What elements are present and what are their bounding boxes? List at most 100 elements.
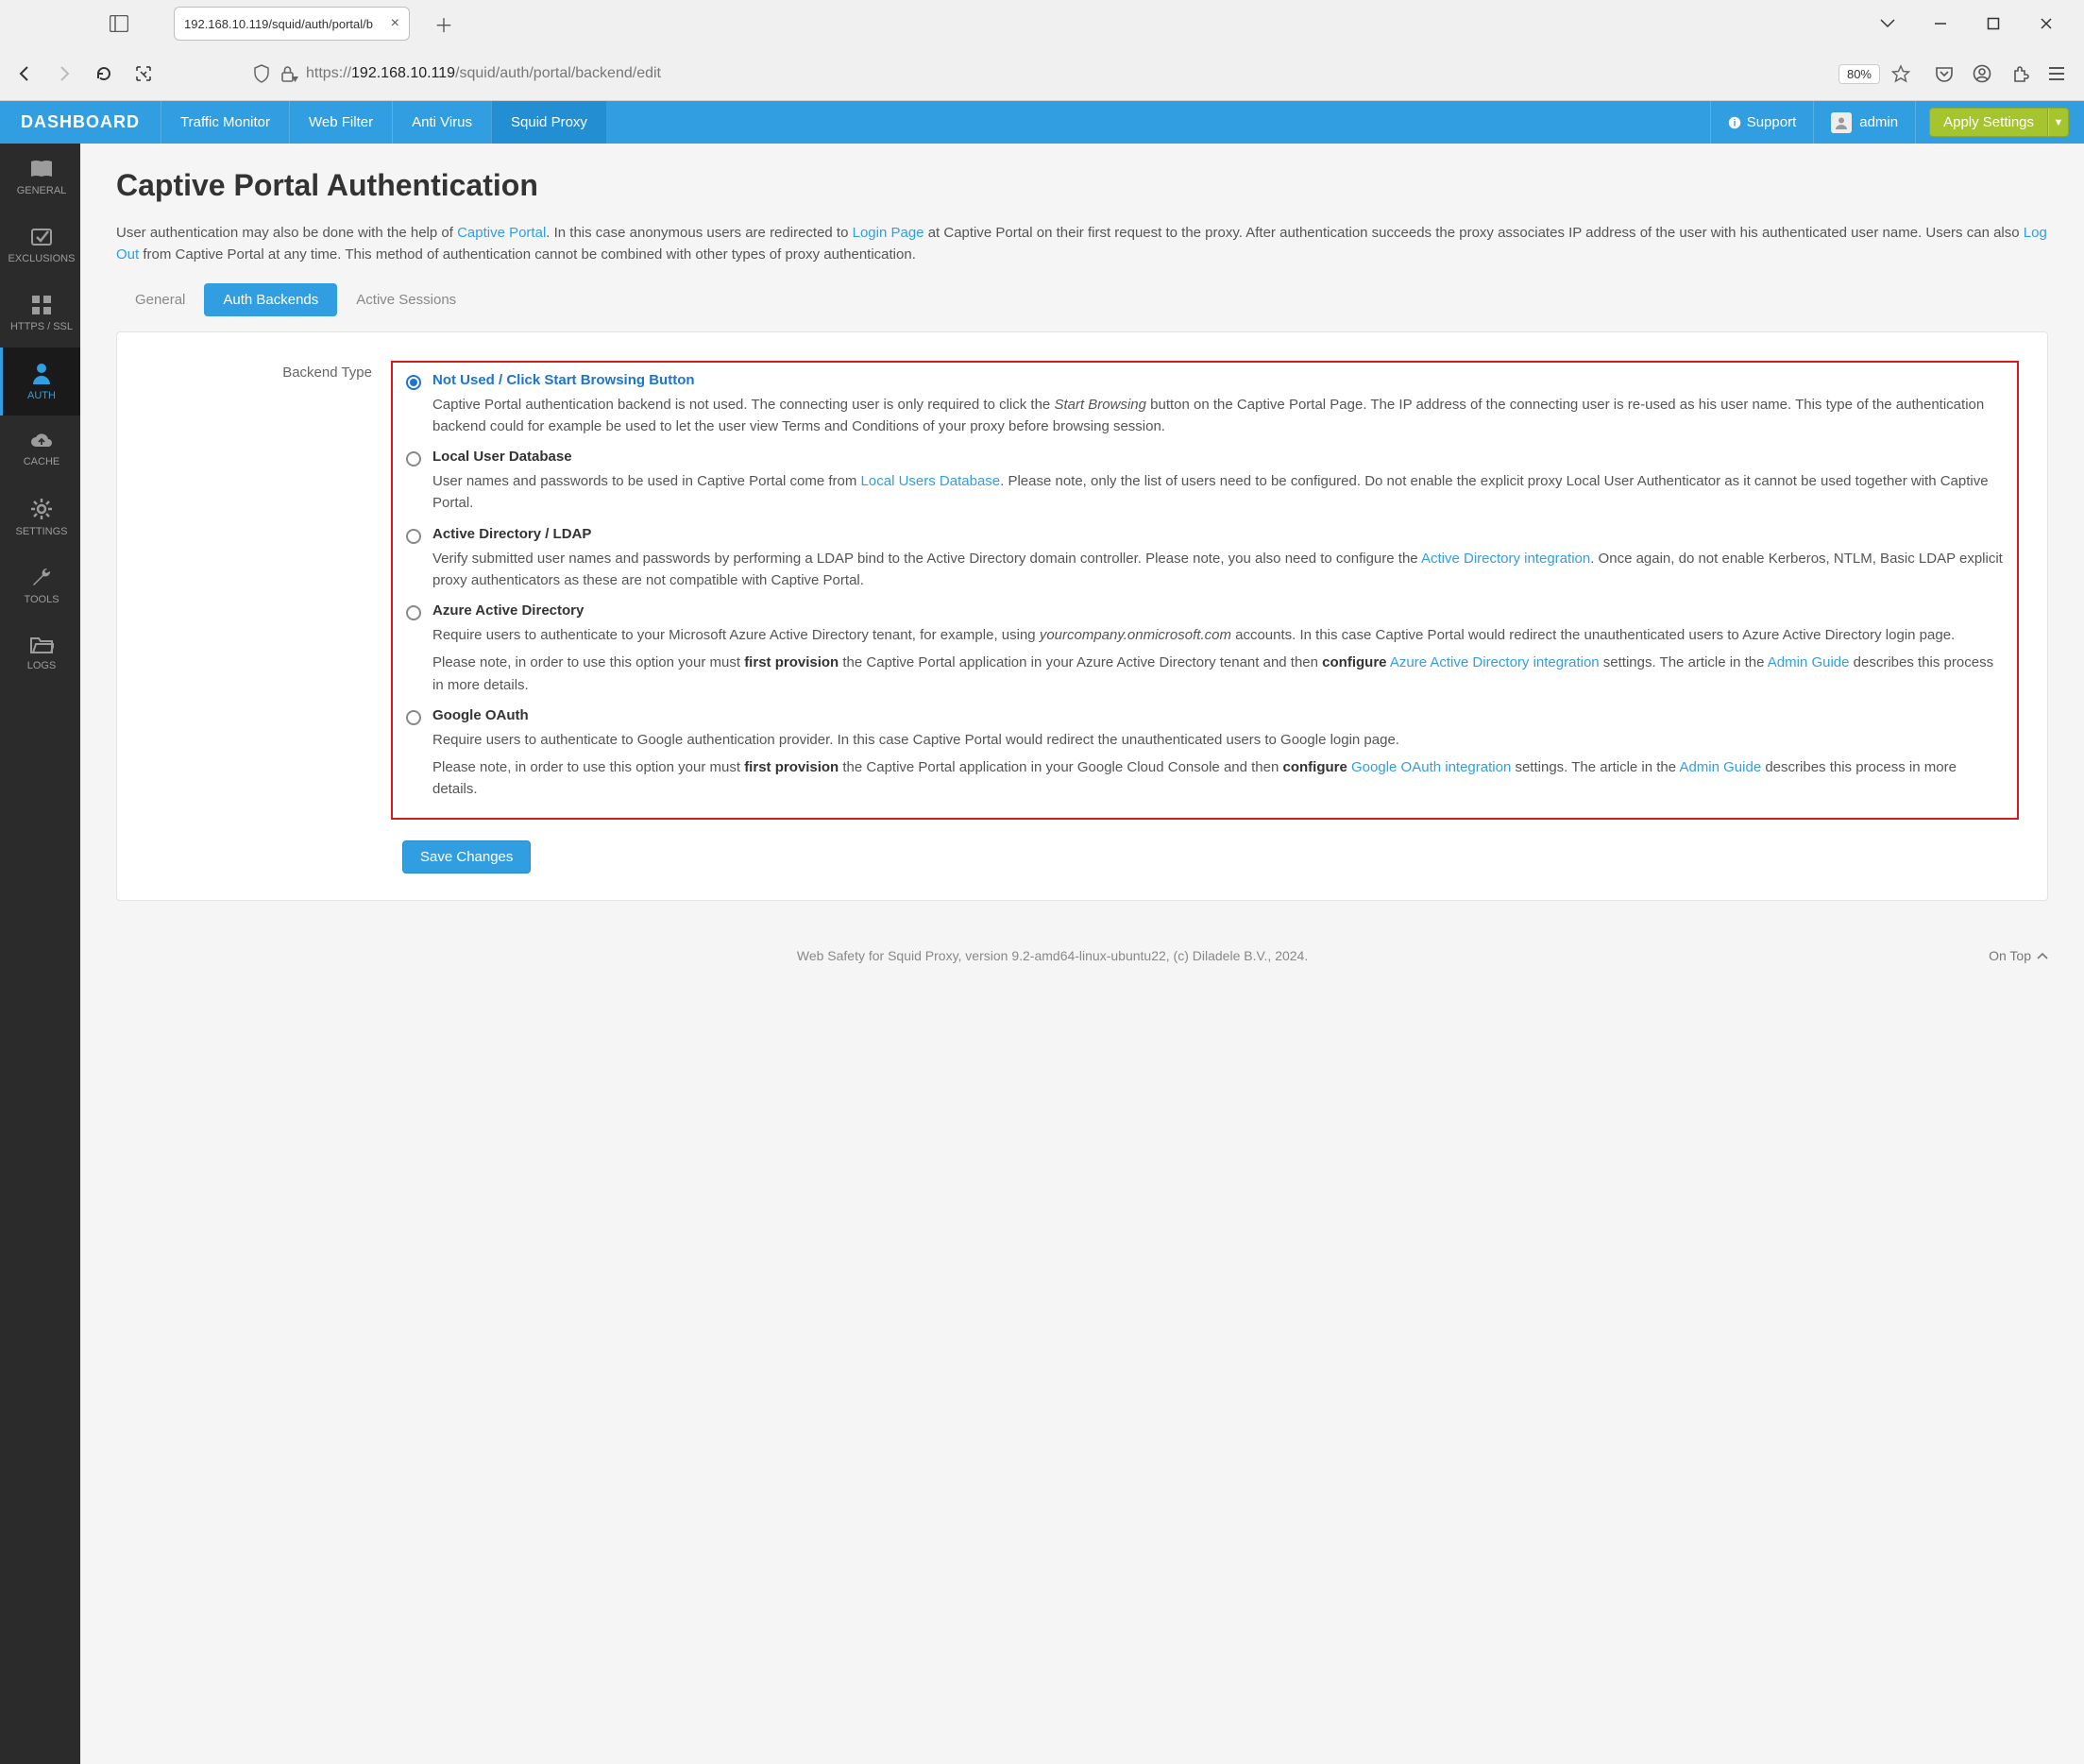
user-name: admin [1859,114,1898,130]
window-minimize-button[interactable] [1929,17,1952,30]
zoom-level-badge[interactable]: 80% [1838,64,1880,84]
bookmark-star-icon[interactable] [1891,64,1910,83]
sidebar-item-exclusions[interactable]: EXCLUSIONS [0,212,80,280]
top-nav: Traffic Monitor Web Filter Anti Virus Sq… [161,101,606,144]
link-admin-guide-google[interactable]: Admin Guide [1679,759,1761,775]
link-captive-portal[interactable]: Captive Portal [457,225,546,241]
book-icon [29,159,54,179]
topnav-web-filter[interactable]: Web Filter [289,101,392,144]
page-title: Captive Portal Authentication [116,168,2048,203]
radio-description: Require users to authenticate to Google … [432,729,2004,751]
support-link[interactable]: i Support [1710,101,1815,144]
page-footer: Web Safety for Squid Proxy, version 9.2-… [116,948,2048,963]
tab-active-sessions[interactable]: Active Sessions [337,283,475,316]
link-google-integration[interactable]: Google OAuth integration [1351,759,1511,775]
sidebar-item-https-ssl[interactable]: HTTPS / SSL [0,280,80,348]
grid-icon [31,295,52,315]
page-intro: User authentication may also be done wit… [116,222,2048,266]
browser-tab-title: 192.168.10.119/squid/auth/portal/b [184,17,373,31]
radio-description-2: Please note, in order to use this option… [432,756,2004,801]
link-login-page[interactable]: Login Page [853,225,924,241]
wrench-icon [30,566,53,588]
chevron-up-icon [2037,952,2048,959]
cloud-icon [29,432,54,450]
radio-indicator [406,375,421,390]
app-menu-icon[interactable] [2048,66,2065,81]
shield-icon[interactable] [253,64,270,83]
radio-azure-ad[interactable]: Azure Active Directory Require users to … [406,602,2004,696]
radio-title: Google OAuth [432,707,2004,723]
new-tab-button[interactable]: ＋ [427,7,461,41]
settings-card: Backend Type Not Used / Click Start Brow… [116,331,2048,901]
user-icon [31,362,52,384]
avatar-icon [1831,112,1852,133]
sidebar-item-cache[interactable]: CACHE [0,416,80,483]
radio-indicator [406,605,421,620]
radio-indicator [406,451,421,466]
link-ad-integration[interactable]: Active Directory integration [1421,551,1590,567]
apply-settings-button[interactable]: Apply Settings [1929,108,2048,137]
tab-list-button[interactable] [1876,17,1899,30]
backend-type-options: Not Used / Click Start Browsing Button C… [391,361,2019,820]
lock-warning-icon[interactable] [280,64,298,83]
browser-chrome: 192.168.10.119/squid/auth/portal/b × ＋ h… [0,0,2084,101]
link-admin-guide-azure[interactable]: Admin Guide [1768,654,1850,670]
extensions-icon[interactable] [2010,64,2029,83]
sidebar: GENERAL EXCLUSIONS HTTPS / SSL AUTH CACH… [0,144,80,1764]
link-local-users-db[interactable]: Local Users Database [861,473,1001,489]
radio-description: Captive Portal authentication backend is… [432,394,2004,438]
sidebar-item-logs[interactable]: LOGS [0,619,80,687]
topnav-anti-virus[interactable]: Anti Virus [392,101,491,144]
on-top-button[interactable]: On Top [1989,948,2048,963]
user-menu[interactable]: admin [1814,101,1916,144]
topnav-traffic-monitor[interactable]: Traffic Monitor [161,101,289,144]
radio-indicator [406,710,421,725]
nav-back-button[interactable] [13,62,36,85]
sidebar-item-general[interactable]: GENERAL [0,144,80,212]
gear-icon [30,498,53,520]
main-content: Captive Portal Authentication User authe… [80,144,2084,1764]
tab-sidebar-button[interactable] [102,7,136,41]
nav-screenshot-button[interactable] [132,62,155,85]
tab-auth-backends[interactable]: Auth Backends [204,283,337,316]
window-close-button[interactable] [2035,17,2058,30]
account-icon[interactable] [1973,64,1991,83]
form-label-backend-type: Backend Type [117,361,391,820]
sidebar-item-settings[interactable]: SETTINGS [0,483,80,551]
topnav-squid-proxy[interactable]: Squid Proxy [491,101,606,144]
tab-general[interactable]: General [116,283,204,316]
window-maximize-button[interactable] [1982,17,2005,30]
nav-forward-button[interactable] [53,62,76,85]
sidebar-item-auth[interactable]: AUTH [0,348,80,416]
footer-text: Web Safety for Squid Proxy, version 9.2-… [116,948,1989,963]
info-icon: i [1728,116,1741,129]
radio-local-user-db[interactable]: Local User Database User names and passw… [406,449,2004,515]
tab-close-icon[interactable]: × [391,15,399,32]
nav-reload-button[interactable] [93,62,115,85]
radio-description: User names and passwords to be used in C… [432,470,2004,515]
apply-settings-caret[interactable]: ▼ [2048,108,2069,137]
radio-description-2: Please note, in order to use this option… [432,652,2004,696]
svg-text:i: i [1733,118,1736,128]
browser-tab[interactable]: 192.168.10.119/squid/auth/portal/b × [174,7,410,41]
link-azure-integration[interactable]: Azure Active Directory integration [1390,654,1600,670]
pocket-icon[interactable] [1935,64,1954,83]
folder-icon [29,636,54,654]
address-bar[interactable]: https://192.168.10.119/squid/auth/portal… [246,57,1918,91]
browser-nav-row: https://192.168.10.119/squid/auth/portal… [0,47,2084,100]
sidebar-item-tools[interactable]: TOOLS [0,551,80,619]
radio-title: Not Used / Click Start Browsing Button [432,372,2004,388]
browser-tab-row: 192.168.10.119/squid/auth/portal/b × ＋ [0,0,2084,47]
check-icon [30,227,53,247]
radio-title: Azure Active Directory [432,602,2004,619]
radio-title: Local User Database [432,449,2004,465]
radio-google-oauth[interactable]: Google OAuth Require users to authentica… [406,707,2004,801]
brand-logo[interactable]: DASHBOARD [0,101,161,144]
support-label: Support [1747,114,1797,130]
content-tabs: General Auth Backends Active Sessions [116,283,2048,316]
radio-title: Active Directory / LDAP [432,526,2004,542]
radio-indicator [406,529,421,544]
radio-not-used[interactable]: Not Used / Click Start Browsing Button C… [406,372,2004,438]
radio-ad-ldap[interactable]: Active Directory / LDAP Verify submitted… [406,526,2004,592]
save-changes-button[interactable]: Save Changes [402,840,531,874]
